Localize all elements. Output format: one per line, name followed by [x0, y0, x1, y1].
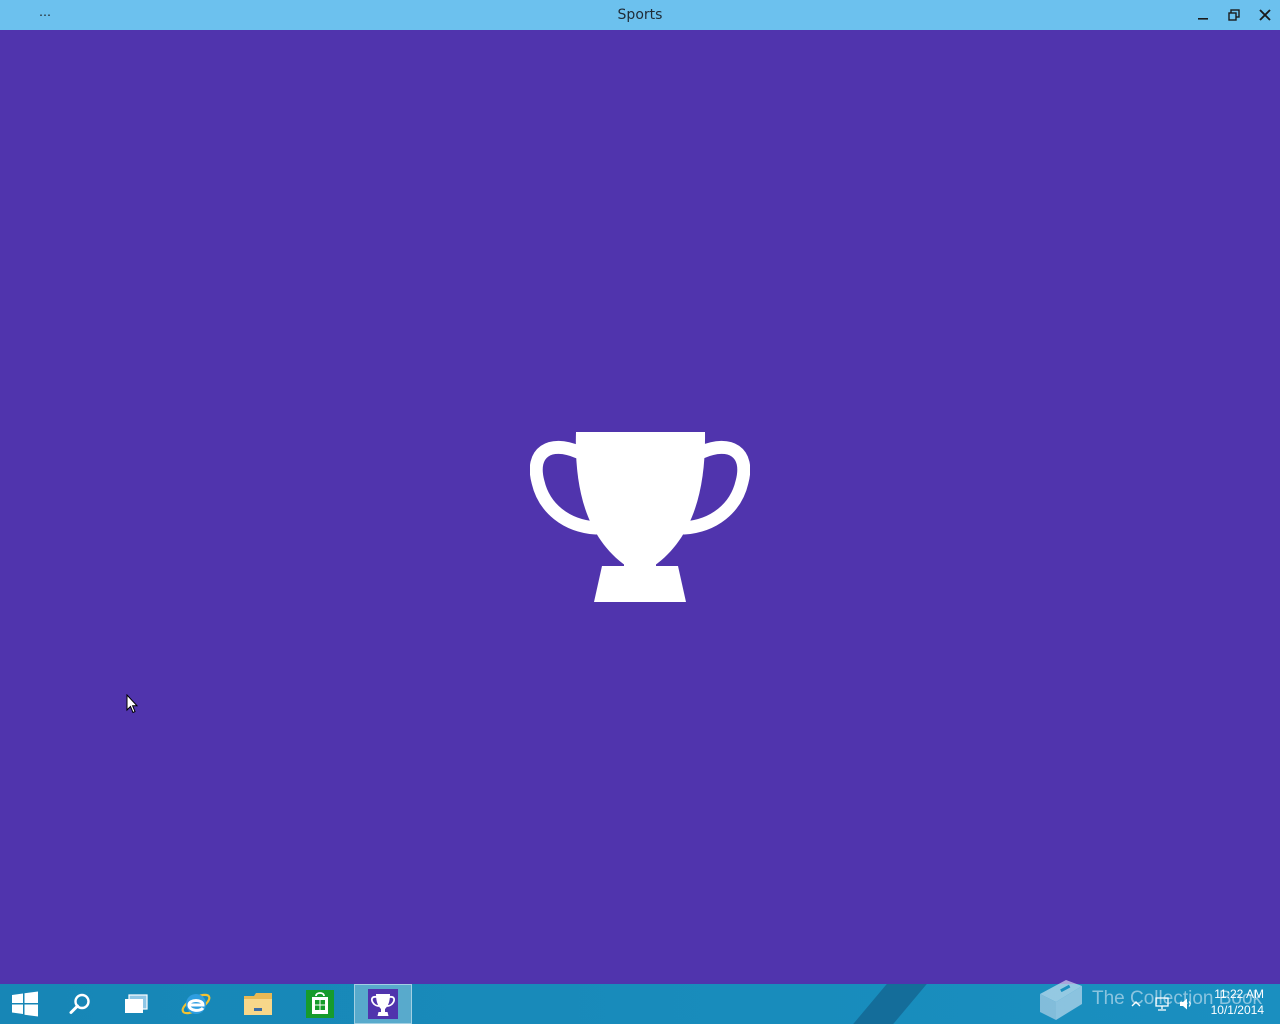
chevron-up-icon — [1131, 1001, 1141, 1007]
folder-icon — [244, 993, 272, 1015]
minimize-icon — [1198, 18, 1208, 20]
volume-icon — [1180, 998, 1191, 1010]
start-button[interactable] — [0, 984, 50, 1024]
task-view-icon — [125, 994, 148, 1013]
window-title: Sports — [617, 7, 663, 23]
network-tray-button[interactable] — [1152, 984, 1172, 1024]
close-button[interactable] — [1250, 0, 1280, 30]
task-view-button[interactable] — [108, 984, 164, 1024]
internet-explorer-button[interactable] — [168, 984, 224, 1024]
restore-button[interactable] — [1219, 0, 1249, 30]
search-button[interactable] — [52, 984, 108, 1024]
internet-explorer-icon — [181, 993, 211, 1015]
volume-tray-button[interactable] — [1176, 984, 1196, 1024]
taskbar-clock[interactable]: 11:22 AM 10/1/2014 — [1200, 986, 1276, 1024]
file-explorer-button[interactable] — [230, 984, 286, 1024]
close-icon — [1259, 9, 1271, 21]
clock-time: 11:22 AM — [1214, 987, 1264, 1001]
minimize-button[interactable] — [1188, 0, 1218, 30]
search-icon — [69, 993, 90, 1014]
title-bar: … Sports — [0, 0, 1280, 30]
mouse-cursor — [126, 694, 138, 714]
restore-icon — [1228, 9, 1240, 21]
clock-date: 10/1/2014 — [1210, 1003, 1264, 1017]
trophy-icon — [530, 432, 750, 602]
store-icon — [306, 990, 334, 1018]
trophy-icon — [368, 989, 398, 1019]
windows-logo-icon — [12, 991, 38, 1017]
network-icon — [1155, 997, 1169, 1011]
store-button[interactable] — [292, 984, 348, 1024]
sports-taskbar-button[interactable] — [354, 984, 412, 1024]
splash-screen — [0, 30, 1280, 984]
show-hidden-icons-button[interactable] — [1128, 984, 1144, 1024]
book-icon — [1040, 980, 1082, 1020]
